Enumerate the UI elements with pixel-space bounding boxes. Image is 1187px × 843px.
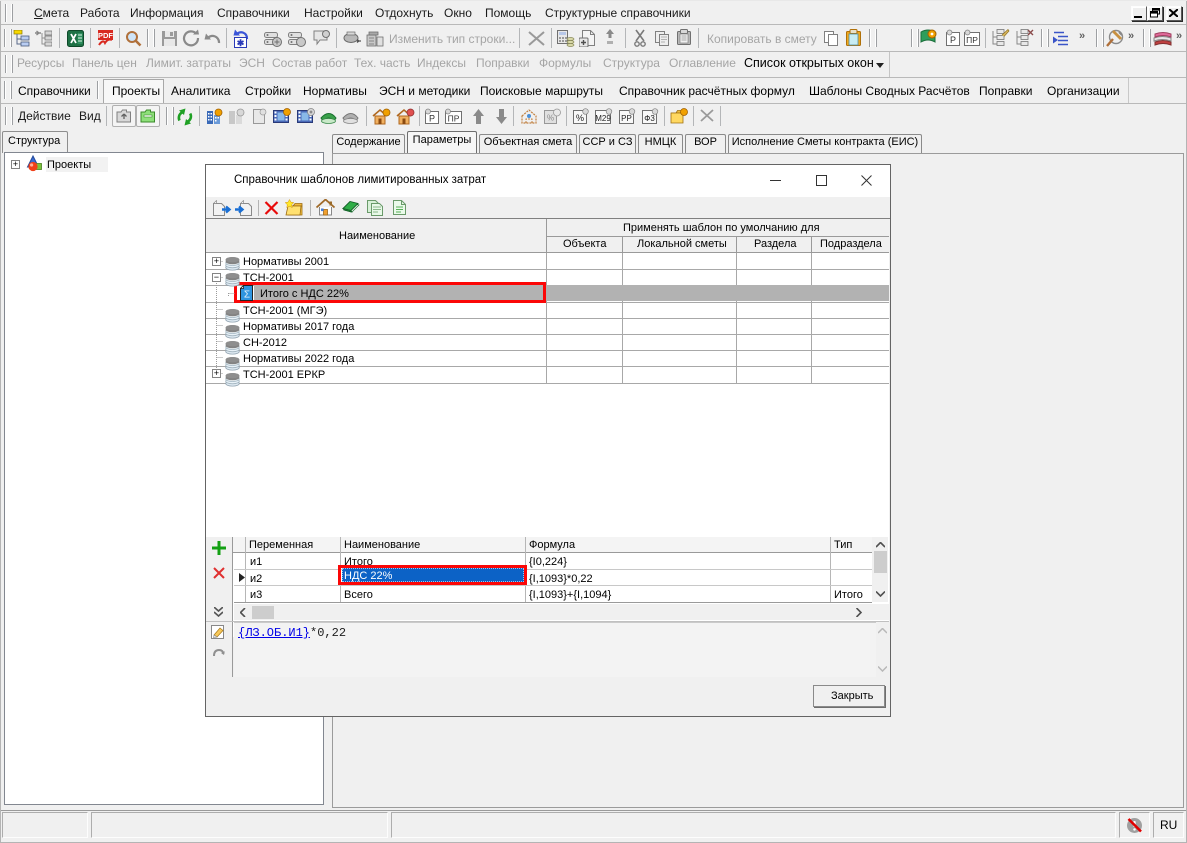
- svg-text:РР: РР: [621, 114, 632, 123]
- svg-text:М29: М29: [595, 114, 611, 123]
- svg-text:%: %: [576, 113, 584, 123]
- svg-text:P: P: [950, 35, 956, 45]
- svg-text:Ф3: Ф3: [644, 114, 655, 123]
- svg-text:ПР: ПР: [966, 35, 978, 45]
- svg-text:Σ: Σ: [244, 290, 250, 301]
- svg-text:%: %: [547, 114, 554, 123]
- svg-text:P: P: [429, 114, 435, 124]
- svg-text:✱: ✱: [237, 38, 245, 48]
- svg-text:ПР: ПР: [448, 114, 460, 124]
